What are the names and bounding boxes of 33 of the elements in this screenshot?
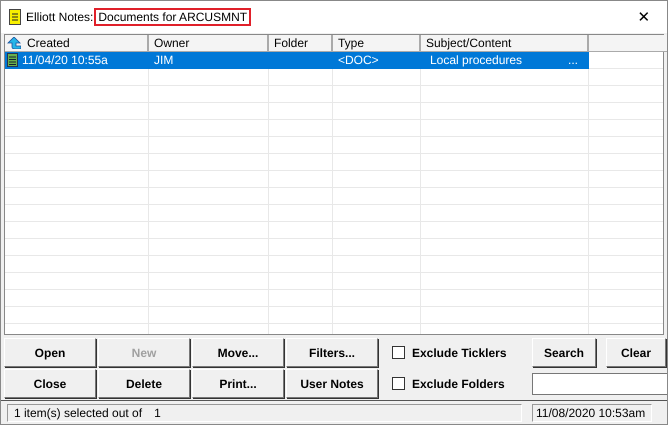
document-icon (7, 53, 18, 68)
notepad-icon (9, 8, 21, 25)
table-cell: JIM (149, 52, 269, 69)
action-button[interactable]: User Notes (286, 369, 378, 398)
action-button[interactable]: Close (4, 369, 96, 398)
column-header[interactable]: Subject/Content (421, 34, 589, 52)
table-cell: 11/04/20 10:55a (5, 52, 149, 69)
date-time: 11/08/2020 10:53am (536, 406, 646, 420)
more-indicator: ... (568, 53, 578, 68)
checkbox[interactable]: Exclude Folders (380, 369, 526, 398)
table-cell: <DOC> (333, 52, 421, 69)
action-button[interactable]: Move... (192, 338, 284, 367)
search-button[interactable]: Search (532, 338, 596, 367)
table-cell: Local procedures ... (421, 52, 589, 69)
column-header[interactable]: Folder (269, 34, 333, 52)
column-header[interactable]: Type (333, 34, 421, 52)
checkbox-box[interactable] (392, 377, 405, 390)
action-button[interactable]: Delete (98, 369, 190, 398)
window-subtitle: Documents for ARCUSMNT (94, 8, 252, 26)
close-button[interactable]: ✕ (629, 6, 659, 27)
sort-arrow-icon[interactable] (7, 36, 21, 49)
window-title: Elliott Notes: (26, 10, 94, 24)
clear-button[interactable]: Clear (606, 338, 666, 367)
search-field[interactable] (532, 373, 667, 395)
action-button[interactable]: Open (4, 338, 96, 367)
action-button[interactable]: Filters... (286, 338, 378, 367)
action-button[interactable]: Print... (192, 369, 284, 398)
status-count: 1 (154, 406, 161, 420)
status-text: 1 item(s) selected out of (14, 406, 142, 420)
checkbox-box[interactable] (392, 346, 405, 359)
column-header[interactable]: Owner (149, 34, 269, 52)
checkbox[interactable]: Exclude Ticklers (380, 338, 526, 367)
list-row[interactable]: 11/04/20 10:55a JIM <DOC> Local procedures ... (5, 52, 589, 69)
